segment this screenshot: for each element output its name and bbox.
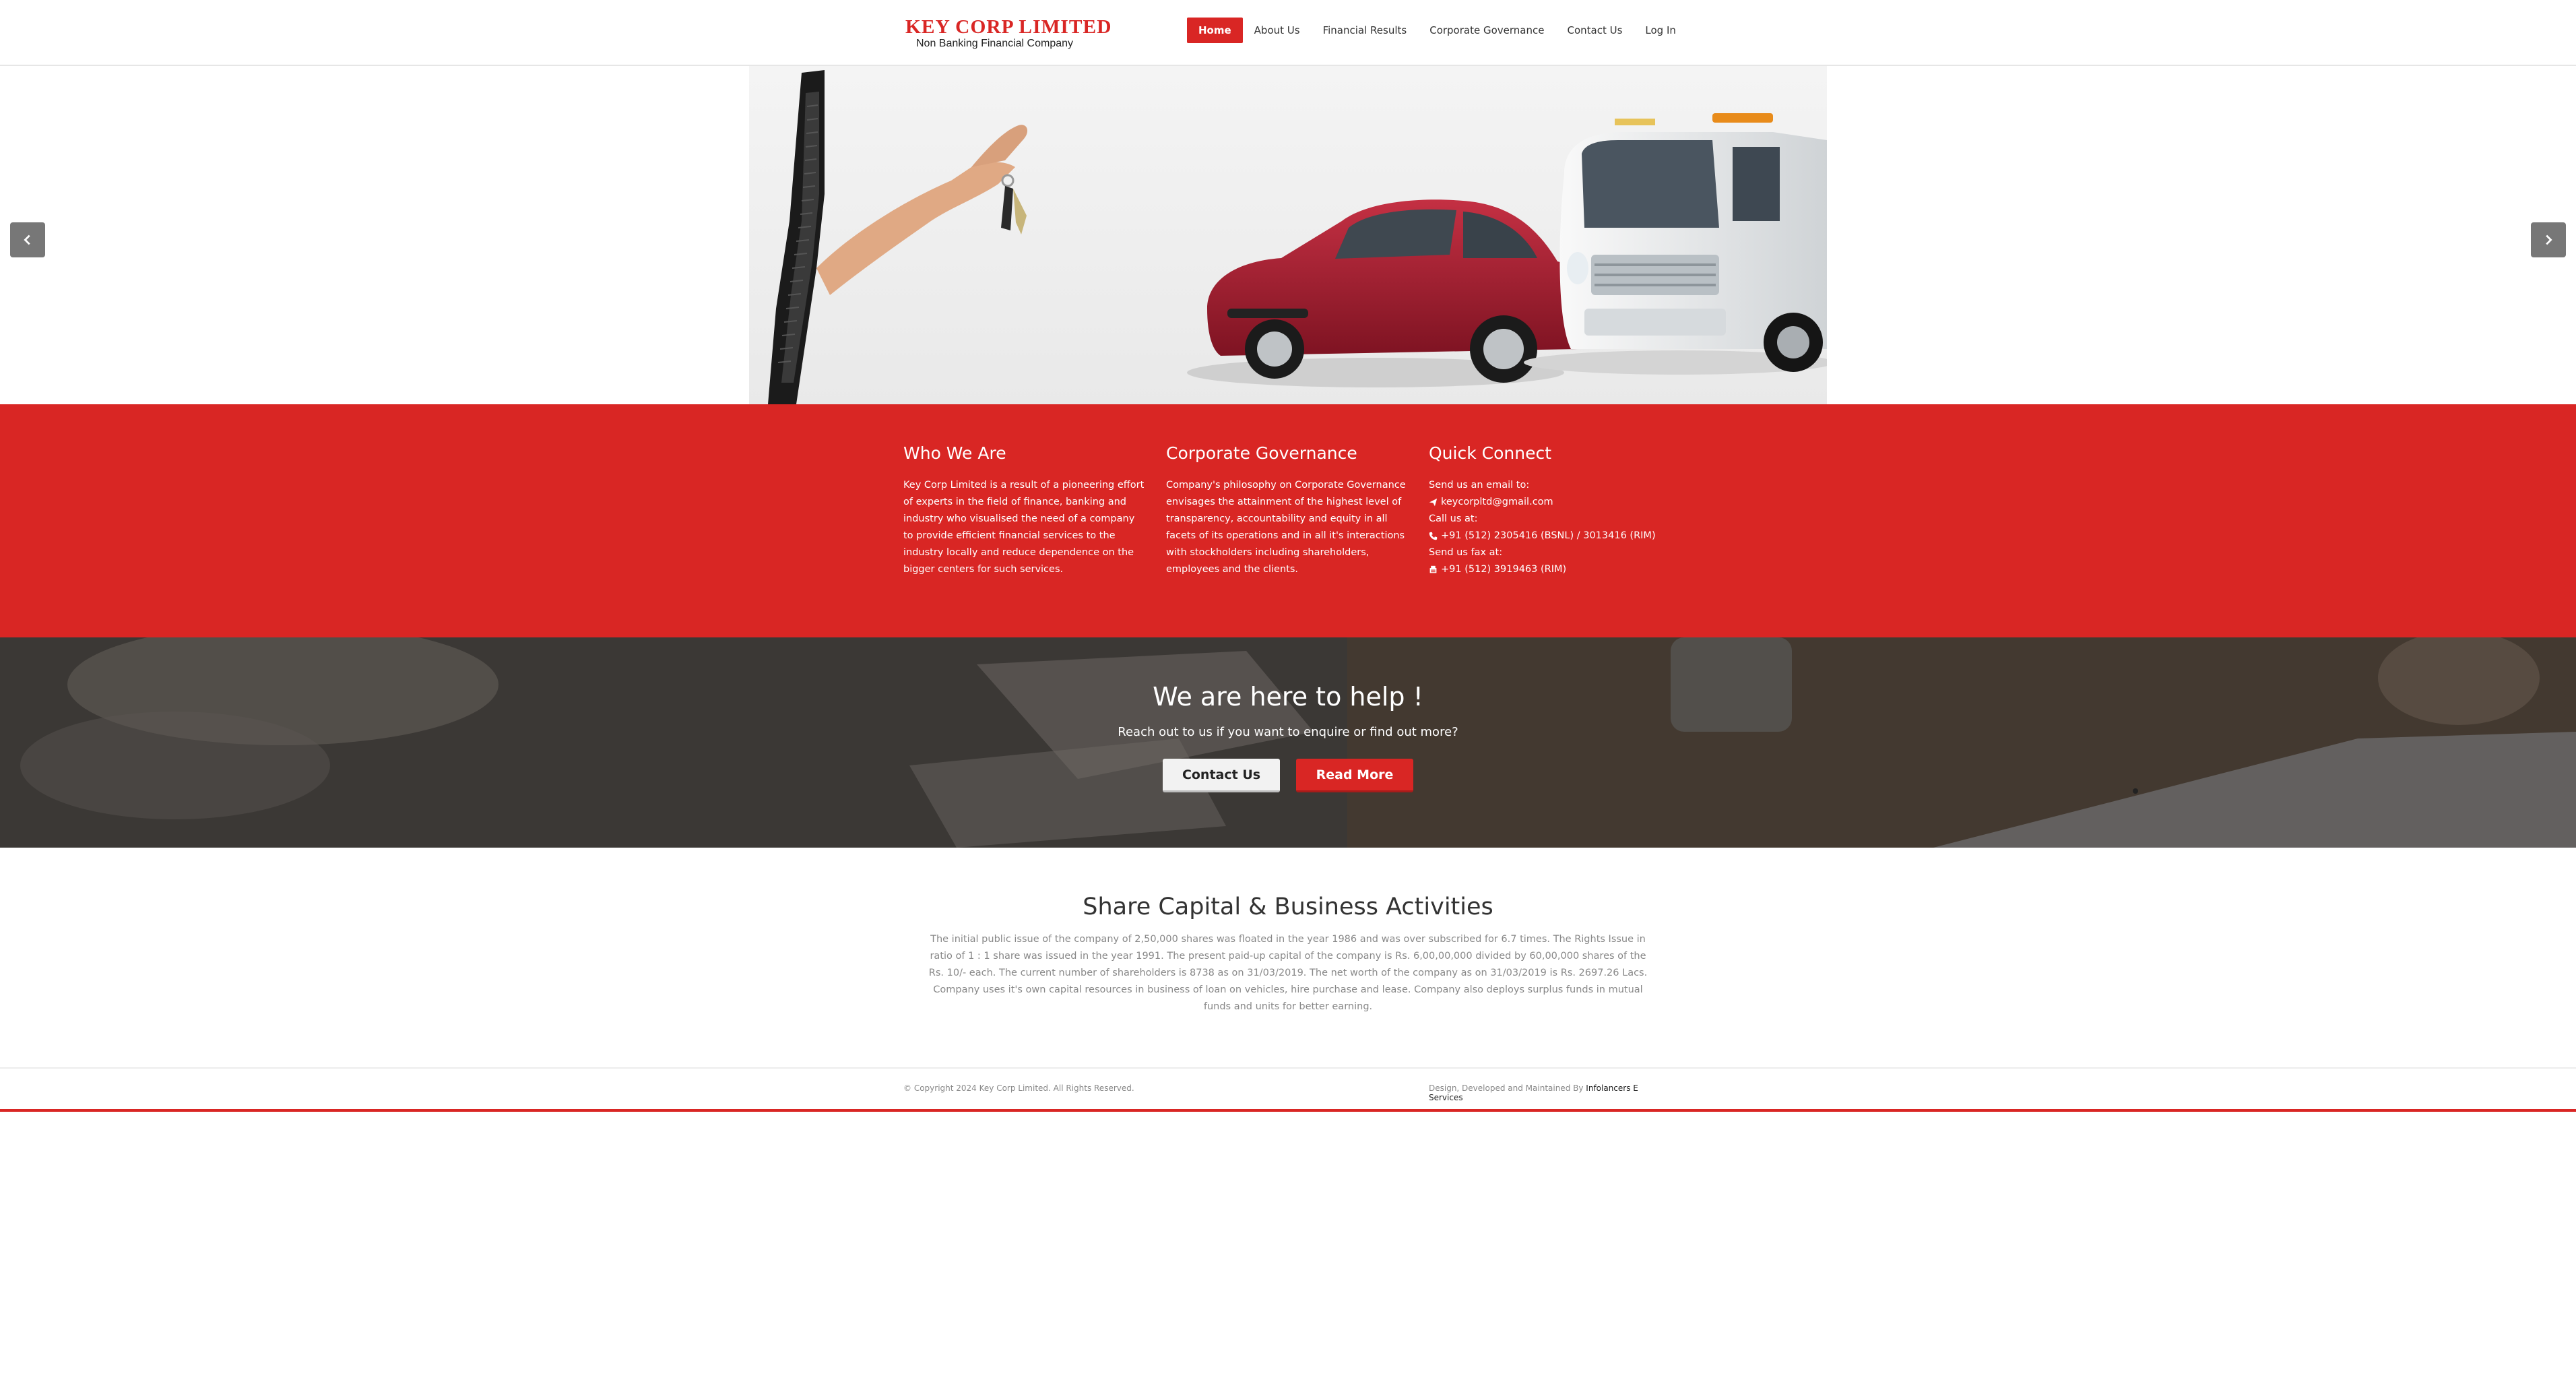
nav-item-financial-results[interactable]: Financial Results xyxy=(1312,18,1419,43)
logo[interactable]: KEY CORP LIMITED Non Banking Financial C… xyxy=(905,18,1111,50)
help-banner: We are here to help ! Reach out to us if… xyxy=(0,637,2576,848)
chevron-left-icon xyxy=(24,234,30,245)
hero-slider xyxy=(0,66,2576,404)
footer-credit: Design, Developed and Maintained By Info… xyxy=(1429,1083,1665,1102)
contact-us-button[interactable]: Contact Us xyxy=(1163,759,1280,792)
slider-next-button[interactable] xyxy=(2531,222,2566,257)
help-subtitle: Reach out to us if you want to enquire o… xyxy=(1118,725,1458,739)
nav-item-corporate-governance[interactable]: Corporate Governance xyxy=(1418,18,1555,43)
send-icon xyxy=(1429,498,1438,507)
share-capital-text: The initial public issue of the company … xyxy=(928,934,1648,1012)
phone-icon xyxy=(1429,532,1438,540)
nav-item-home[interactable]: Home xyxy=(1187,18,1243,43)
fax-label: Send us fax at: xyxy=(1429,547,1503,558)
slider-prev-button[interactable] xyxy=(10,222,45,257)
phone-number: +91 (512) 2305416 (BSNL) / 3013416 (RIM) xyxy=(1441,530,1656,541)
quick-connect-title: Quick Connect xyxy=(1429,443,1552,463)
corporate-governance-title: Corporate Governance xyxy=(1166,443,1357,463)
who-we-are-text: Key Corp Limited is a result of a pionee… xyxy=(903,480,1145,575)
who-we-are-title: Who We Are xyxy=(903,443,1006,463)
slide-illustration xyxy=(749,66,1827,404)
who-we-are-section: Who We Are Key Corp Limited is a result … xyxy=(903,442,1146,578)
read-more-button[interactable]: Read More xyxy=(1296,759,1413,792)
nav-item-contact-us[interactable]: Contact Us xyxy=(1555,18,1634,43)
nav-item-log-in[interactable]: Log In xyxy=(1634,18,1687,43)
info-band: Who We Are Key Corp Limited is a result … xyxy=(0,404,2576,637)
logo-subtitle: Non Banking Financial Company xyxy=(916,38,1074,49)
email-row[interactable]: keycorpltd@gmail.com xyxy=(1429,494,1671,511)
quick-connect-section: Quick Connect Send us an email to: keyco… xyxy=(1429,442,1671,578)
help-background-image xyxy=(0,637,2576,848)
share-capital-section: Share Capital & Business Activities The … xyxy=(0,848,2576,1070)
main-nav: Home About Us Financial Results Corporat… xyxy=(1187,18,1687,43)
fax-icon xyxy=(1429,565,1438,574)
site-footer: © Copyright 2024 Key Corp Limited. All R… xyxy=(0,1067,2576,1110)
share-capital-title: Share Capital & Business Activities xyxy=(1083,893,1493,920)
email-link[interactable]: keycorpltd@gmail.com xyxy=(1441,497,1553,507)
corporate-governance-text: Company's philosophy on Corporate Govern… xyxy=(1166,480,1406,575)
chevron-right-icon xyxy=(2546,234,2552,245)
copyright-text: © Copyright 2024 Key Corp Limited. All R… xyxy=(903,1083,1134,1093)
corporate-governance-section: Corporate Governance Company's philosoph… xyxy=(1166,442,1409,578)
footer-accent-line xyxy=(0,1109,2576,1112)
logo-title: KEY CORP LIMITED xyxy=(905,17,1112,38)
help-title: We are here to help ! xyxy=(1153,682,1423,712)
credit-prefix: Design, Developed and Maintained By xyxy=(1429,1083,1584,1093)
site-header: KEY CORP LIMITED Non Banking Financial C… xyxy=(0,0,2576,66)
call-label: Call us at: xyxy=(1429,513,1478,524)
phone-row: +91 (512) 2305416 (BSNL) / 3013416 (RIM) xyxy=(1429,528,1671,544)
fax-number: +91 (512) 3919463 (RIM) xyxy=(1441,564,1567,575)
fax-row: +91 (512) 3919463 (RIM) xyxy=(1429,561,1671,578)
slide-image xyxy=(749,66,1827,404)
email-label: Send us an email to: xyxy=(1429,480,1530,491)
nav-item-about-us[interactable]: About Us xyxy=(1243,18,1312,43)
